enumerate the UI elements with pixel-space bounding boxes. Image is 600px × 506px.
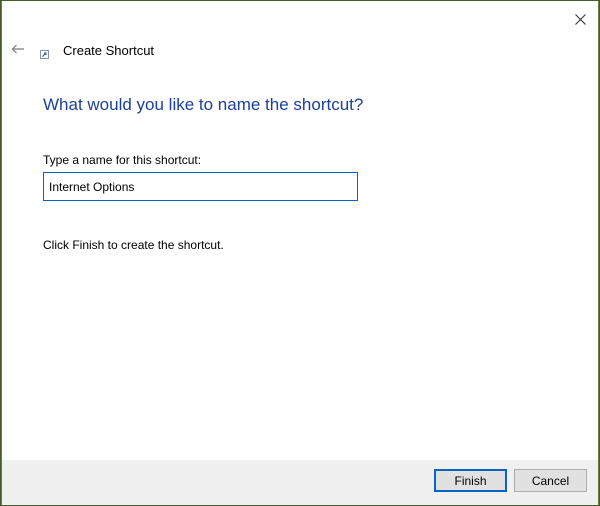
dialog-header: Create Shortcut <box>2 37 598 65</box>
close-icon <box>574 13 586 25</box>
page-heading: What would you like to name the shortcut… <box>43 95 364 114</box>
back-arrow-icon <box>11 44 24 54</box>
create-shortcut-dialog: Create Shortcut What would you like to n… <box>1 1 599 505</box>
shortcut-name-input[interactable] <box>43 172 358 201</box>
dialog-footer: Finish Cancel <box>2 460 598 505</box>
close-button[interactable] <box>562 6 598 32</box>
name-field-label: Type a name for this shortcut: <box>43 153 202 167</box>
finish-instruction-text: Click Finish to create the shortcut. <box>43 238 224 252</box>
shortcut-icon <box>40 50 49 59</box>
cancel-button[interactable]: Cancel <box>514 469 587 492</box>
dialog-title: Create Shortcut <box>63 43 155 58</box>
finish-button[interactable]: Finish <box>434 469 507 492</box>
back-button[interactable] <box>8 39 28 59</box>
